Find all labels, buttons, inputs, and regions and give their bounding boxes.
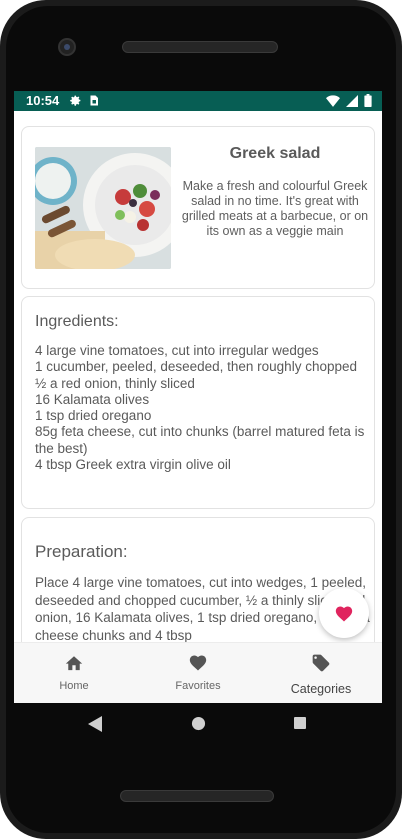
nav-home-label: Home xyxy=(59,680,89,692)
status-icons-right xyxy=(326,94,372,107)
ingredient-item: ½ a red onion, thinly sliced xyxy=(35,375,195,391)
nav-home[interactable]: Home xyxy=(24,653,124,692)
bottom-speaker xyxy=(120,790,274,802)
recipe-title: Greek salad xyxy=(229,145,321,162)
ingredient-item: 4 large vine tomatoes, cut into irregula… xyxy=(35,343,319,358)
preparation-heading: Preparation: xyxy=(35,542,128,561)
screen: 10:54 Greek salad Make a fresh and colou… xyxy=(14,91,382,703)
heart-icon xyxy=(335,606,353,622)
home-button[interactable] xyxy=(191,716,206,731)
signal-icon xyxy=(346,94,358,107)
ingredients-card: Ingredients: 4 large vine tomatoes, cut … xyxy=(21,296,375,509)
heart-icon xyxy=(189,655,207,671)
ingredient-item: 1 cucumber, peeled, deseeded, then rough… xyxy=(35,359,357,375)
tag-icon xyxy=(312,654,330,672)
status-time: 10:54 xyxy=(26,93,60,108)
system-navigation-bar xyxy=(14,703,382,745)
battery-icon xyxy=(364,94,372,107)
nav-categories-label: Categories xyxy=(290,682,352,696)
recipe-image xyxy=(35,147,171,269)
nav-categories[interactable]: Categories xyxy=(271,653,371,696)
recipe-description: Make a fresh and colourful Greek salad i… xyxy=(181,179,369,238)
recipe-card: Greek salad Make a fresh and colourful G… xyxy=(21,126,375,289)
front-camera xyxy=(58,38,76,56)
status-icons-left xyxy=(69,94,100,107)
ingredient-item: 85g feta cheese, cut into chunks (barrel… xyxy=(35,424,365,456)
favorite-fab[interactable] xyxy=(319,588,369,638)
ingredients-list: 4 large vine tomatoes, cut into irregula… xyxy=(35,343,370,473)
gear-icon xyxy=(70,95,81,106)
sim-icon xyxy=(90,95,98,106)
nav-favorites-label: Favorites xyxy=(175,680,221,692)
bottom-navigation: Home Favorites Categories xyxy=(14,642,382,703)
ingredient-item: 16 Kalamata olives xyxy=(35,391,150,407)
wifi-icon xyxy=(326,94,340,107)
nav-favorites[interactable]: Favorites xyxy=(148,653,248,692)
phone-frame: 10:54 Greek salad Make a fresh and colou… xyxy=(0,0,402,839)
earpiece-speaker xyxy=(122,41,278,53)
ingredient-item: 4 tbsp Greek extra virgin olive oil xyxy=(35,457,231,473)
ingredients-heading: Ingredients: xyxy=(35,313,119,330)
back-button[interactable] xyxy=(88,716,102,732)
recents-button[interactable] xyxy=(293,716,307,730)
recipe-scroll-view[interactable]: Greek salad Make a fresh and colourful G… xyxy=(14,111,382,642)
home-icon xyxy=(65,656,83,671)
ingredient-item: 1 tsp dried oregano xyxy=(35,408,152,424)
status-bar: 10:54 xyxy=(14,91,382,111)
